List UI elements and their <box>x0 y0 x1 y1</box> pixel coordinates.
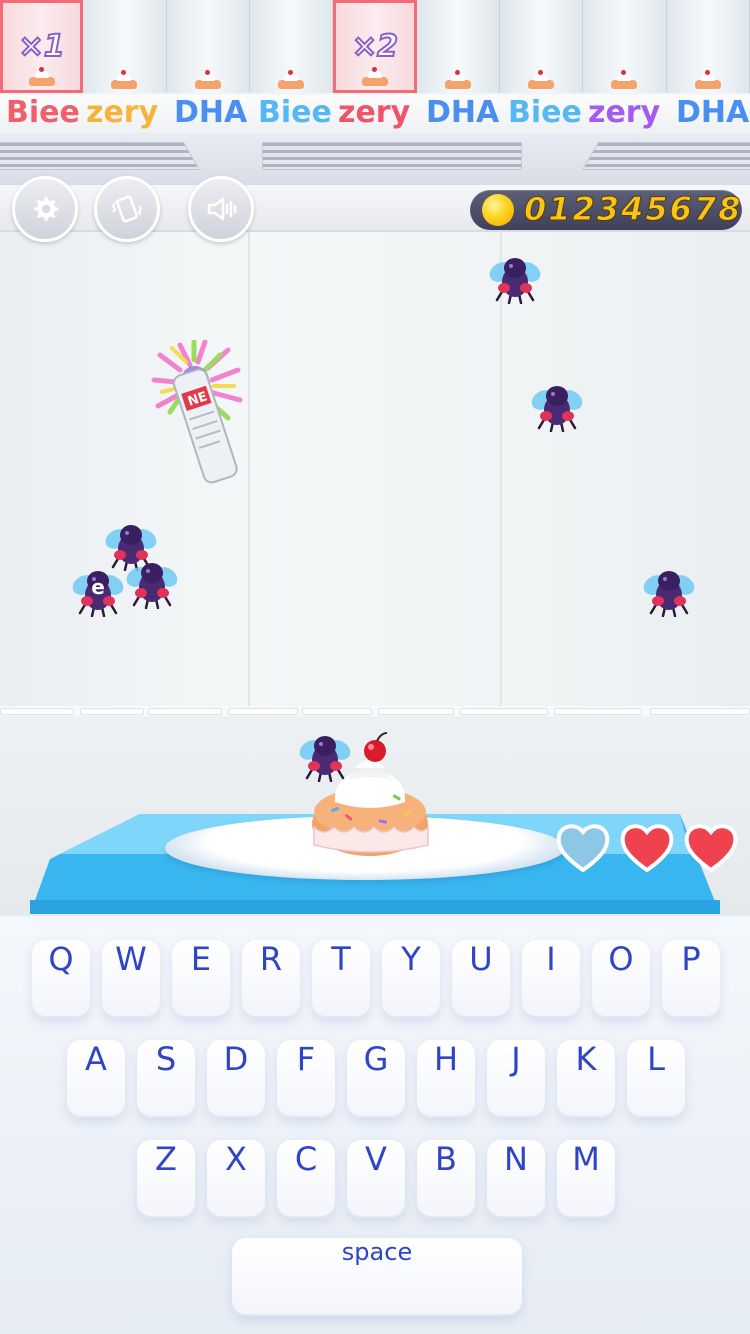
sound-button[interactable] <box>188 176 254 242</box>
brand-word: zery <box>588 95 661 130</box>
fly-enemy[interactable] <box>294 730 356 783</box>
baseboard-segment <box>460 708 548 715</box>
reward-cell <box>500 0 584 93</box>
brand-word: DHA <box>174 95 248 130</box>
key-j[interactable]: J <box>487 1040 545 1118</box>
ceiling-vent <box>581 142 750 170</box>
fly-enemy[interactable] <box>121 557 183 610</box>
key-x[interactable]: X <box>207 1140 265 1218</box>
brand-word: Biee <box>6 95 80 130</box>
coin-value: 012345678 <box>523 190 743 229</box>
key-m[interactable]: M <box>557 1140 615 1218</box>
brand-word: DHA <box>426 95 500 130</box>
coin-icon <box>482 194 514 226</box>
life-heart-full <box>619 822 675 874</box>
baseboard-segment <box>80 708 144 715</box>
coin-counter: 012345678 <box>470 190 742 230</box>
key-w[interactable]: W <box>102 940 160 1018</box>
baseboard-segment <box>650 708 750 715</box>
mini-cake-icon <box>694 70 721 89</box>
fly-enemy[interactable]: e <box>67 565 129 618</box>
key-g[interactable]: G <box>347 1040 405 1118</box>
reward-cell <box>250 0 334 93</box>
ceiling-vent <box>0 142 201 170</box>
mini-cake-icon <box>361 67 388 86</box>
mini-cake-icon <box>111 70 138 89</box>
baseboard-segment <box>302 708 372 715</box>
key-i[interactable]: I <box>522 940 580 1018</box>
key-p[interactable]: P <box>662 940 720 1018</box>
gear-icon <box>34 197 59 221</box>
key-f[interactable]: F <box>277 1040 335 1118</box>
newspaper-swatter[interactable]: NE <box>150 340 260 490</box>
game-stage: ×1 ×2 Biee zery DHA Biee zery DHA Biee zery DHA <box>0 0 750 1334</box>
key-r[interactable]: R <box>242 940 300 1018</box>
baseboard-segment <box>554 708 642 715</box>
life-heart-empty <box>555 822 611 874</box>
phone-vibrate-icon <box>111 195 143 223</box>
mini-cake-icon <box>611 70 638 89</box>
settings-button[interactable] <box>12 176 78 242</box>
speaker-icon <box>207 197 237 221</box>
reward-strip: ×1 ×2 <box>0 0 750 95</box>
key-h[interactable]: H <box>417 1040 475 1118</box>
mini-cake-icon <box>528 70 555 89</box>
reward-cell <box>583 0 667 93</box>
key-s[interactable]: S <box>137 1040 195 1118</box>
space-key[interactable]: space <box>232 1238 522 1316</box>
brand-word: zery <box>86 95 159 130</box>
key-u[interactable]: U <box>452 940 510 1018</box>
key-a[interactable]: A <box>67 1040 125 1118</box>
baseboard-segment <box>228 708 298 715</box>
vibration-button[interactable] <box>94 176 160 242</box>
brand-word: Biee <box>508 95 582 130</box>
key-c[interactable]: C <box>277 1140 335 1218</box>
fly-letter: e <box>91 575 105 599</box>
brand-banner: Biee zery DHA Biee zery DHA Biee zery DHA <box>0 95 750 135</box>
baseboard-segment <box>378 708 454 715</box>
brand-word: Biee <box>258 95 332 130</box>
mini-cake-icon <box>444 70 471 89</box>
brand-word: DHA <box>676 95 750 130</box>
mini-cake-icon <box>28 67 55 86</box>
ceiling-vent <box>262 142 522 170</box>
back-wall <box>0 232 750 708</box>
multiplier-label: ×1 <box>18 28 66 65</box>
key-o[interactable]: O <box>592 940 650 1018</box>
key-e[interactable]: E <box>172 940 230 1018</box>
baseboard-segment <box>148 708 222 715</box>
mini-cake-icon <box>194 70 221 89</box>
reward-cell: ×2 <box>333 0 417 93</box>
fly-enemy[interactable] <box>484 252 546 305</box>
key-n[interactable]: N <box>487 1140 545 1218</box>
fly-enemy[interactable] <box>638 565 700 618</box>
reward-cell <box>83 0 167 93</box>
key-y[interactable]: Y <box>382 940 440 1018</box>
reward-cell: ×1 <box>0 0 84 93</box>
key-t[interactable]: T <box>312 940 370 1018</box>
fly-enemy[interactable] <box>526 380 588 433</box>
life-heart-full <box>683 822 739 874</box>
baseboard-segment <box>0 708 74 715</box>
key-d[interactable]: D <box>207 1040 265 1118</box>
mini-cake-icon <box>278 70 305 89</box>
key-z[interactable]: Z <box>137 1140 195 1218</box>
key-v[interactable]: V <box>347 1140 405 1218</box>
key-l[interactable]: L <box>627 1040 685 1118</box>
key-q[interactable]: Q <box>32 940 90 1018</box>
reward-cell <box>166 0 250 93</box>
multiplier-label: ×2 <box>351 28 399 65</box>
key-k[interactable]: K <box>557 1040 615 1118</box>
brand-word: zery <box>338 95 411 130</box>
key-b[interactable]: B <box>417 1140 475 1218</box>
reward-cell <box>666 0 750 93</box>
reward-cell <box>416 0 500 93</box>
